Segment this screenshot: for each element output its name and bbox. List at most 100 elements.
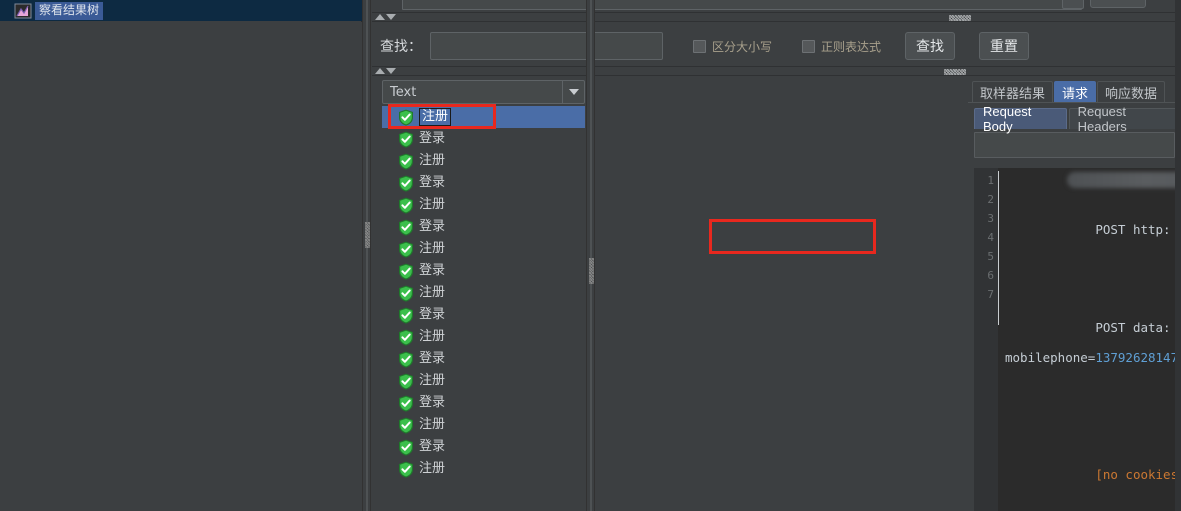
main-split-divider[interactable]	[362, 0, 371, 511]
result-list-item[interactable]: 登录	[382, 172, 585, 194]
find-button[interactable]: 查找	[905, 32, 956, 60]
result-list-item[interactable]: 登录	[382, 304, 585, 326]
result-tab[interactable]: 取样器结果	[972, 81, 1054, 102]
result-list-item-label: 注册	[419, 373, 446, 388]
result-list-item[interactable]: 注册	[382, 150, 585, 172]
result-list-item-label: 登录	[419, 395, 446, 410]
tree-node-label: 察看结果树	[35, 1, 104, 20]
splitter-bottom[interactable]	[372, 66, 1181, 76]
result-list-item[interactable]: 登录	[382, 480, 585, 483]
result-list-item[interactable]: 注册	[382, 326, 585, 348]
editor-code[interactable]: POST http: r POST data: mobilephone=1379…	[999, 168, 1181, 511]
result-list-item-label: 注册	[419, 417, 446, 432]
tree-node-view-results-tree[interactable]: 察看结果树	[0, 0, 362, 21]
renderer-select-arrow[interactable]	[562, 81, 584, 103]
result-list-item[interactable]: 注册	[382, 458, 585, 480]
success-shield-icon	[399, 241, 413, 258]
case-sensitive-label: 区分大小写	[712, 39, 773, 54]
splitter-top-arrows[interactable]	[375, 14, 396, 20]
results-split-divider[interactable]	[586, 0, 595, 511]
request-body-toolbar[interactable]	[974, 132, 1175, 158]
renderer-select[interactable]: Text	[382, 80, 585, 104]
splitter-bottom-arrows[interactable]	[375, 68, 396, 74]
result-list-item[interactable]: 登录	[382, 392, 585, 414]
regex-checkbox[interactable]	[802, 39, 816, 53]
request-detail-panel: 取样器结果 请求 响应数据 Request Body Request Headers …	[968, 80, 1181, 511]
result-list-item-label: 注册	[419, 285, 446, 300]
result-list-item-label: 登录	[419, 219, 446, 234]
result-list-item[interactable]: 登录	[382, 436, 585, 458]
success-shield-icon	[399, 307, 413, 324]
editor-line-number: 3	[987, 212, 994, 225]
result-list-item[interactable]: 登录	[382, 128, 585, 150]
regex-checkbox-wrap[interactable]: 正则表达式	[802, 38, 881, 55]
renderer-select-value: Text	[390, 84, 417, 100]
request-subtab[interactable]: Request Headers	[1068, 104, 1179, 134]
editor-line-number: 4	[987, 231, 994, 244]
result-list-item[interactable]: 登录	[382, 348, 585, 370]
editor-line-number: 6	[987, 269, 994, 282]
result-tabs[interactable]: 取样器结果 请求 响应数据	[968, 80, 1181, 102]
result-list-item[interactable]: 注册	[382, 370, 585, 392]
success-shield-icon	[399, 461, 413, 478]
reset-button[interactable]: 重置	[979, 32, 1030, 60]
result-list-item[interactable]: 注册	[382, 238, 585, 260]
success-shield-icon	[399, 329, 413, 346]
editor-line-number: 7	[987, 288, 994, 301]
result-list-item[interactable]: 注册	[382, 194, 585, 216]
search-toolbar: 查找： 区分大小写 正则表达式 查找 重置	[372, 22, 1181, 70]
result-list-item[interactable]: 注册	[382, 414, 585, 436]
divider-grip[interactable]	[589, 258, 594, 284]
test-plan-tree-body[interactable]	[0, 22, 362, 511]
result-tab[interactable]: 响应数据	[1097, 81, 1166, 102]
top-partial-button[interactable]	[1090, 0, 1146, 8]
chevron-up-icon[interactable]	[375, 14, 385, 20]
success-shield-icon	[399, 153, 413, 170]
editor-line-number: 2	[987, 193, 994, 206]
result-list-item-label: 注册	[419, 108, 452, 126]
divider-grip[interactable]	[365, 222, 370, 248]
success-shield-icon	[399, 417, 413, 434]
top-partial-input[interactable]	[402, 0, 1082, 10]
request-subtabs[interactable]: Request Body Request Headers	[968, 104, 1181, 134]
result-list-item[interactable]: 注册	[382, 106, 585, 128]
editor-line-number: 5	[987, 250, 994, 263]
request-subtab[interactable]: Request Body	[974, 104, 1067, 134]
success-shield-icon	[399, 109, 413, 126]
result-tab-label: 取样器结果	[980, 86, 1046, 102]
chevron-down-icon[interactable]	[386, 14, 396, 20]
top-partial-icon-button[interactable]	[1062, 0, 1084, 9]
right-scroll-edge[interactable]	[1175, 0, 1181, 511]
search-label: 查找：	[380, 39, 422, 55]
result-tab[interactable]: 请求	[1054, 81, 1097, 102]
result-list-item-label: 登录	[419, 439, 446, 454]
top-partial-toolbar	[372, 0, 1181, 12]
editor-line-number: 1	[987, 174, 994, 187]
request-body-editor[interactable]: 1 2 3 4 5 6 7 POST http: r POST data: mobileph…	[974, 168, 1181, 511]
search-input[interactable]	[430, 32, 663, 60]
code-line-6: [no cookies]	[1005, 446, 1181, 482]
result-list-item[interactable]: 登录	[382, 216, 585, 238]
result-list-item[interactable]: 注册	[382, 282, 585, 304]
chart-icon	[14, 3, 32, 19]
result-list-item-label: 注册	[419, 329, 446, 344]
success-shield-icon	[399, 263, 413, 280]
case-sensitive-checkbox-wrap[interactable]: 区分大小写	[693, 38, 772, 55]
post-data-segment: mobilephone=	[1005, 350, 1096, 365]
splitter-top-grip[interactable]	[949, 15, 971, 21]
case-sensitive-checkbox[interactable]	[693, 39, 706, 53]
chevron-down-icon[interactable]	[386, 68, 396, 74]
success-shield-icon	[399, 351, 413, 368]
chevron-up-icon[interactable]	[375, 68, 385, 74]
splitter-top[interactable]	[372, 12, 1181, 22]
success-shield-icon	[398, 483, 414, 484]
chevron-down-icon	[568, 89, 579, 95]
editor-line-numbers: 1 2 3 4 5 6 7	[974, 168, 998, 511]
sampler-result-list[interactable]: 注册 登录 注册 登录 注册 登录 注册 登录 注册 登录 注册 登录 注册 登…	[382, 106, 585, 483]
result-list-item-label: 登录	[419, 175, 446, 190]
post-data-segment: 13792628147	[1095, 350, 1179, 365]
splitter-bottom-grip[interactable]	[944, 69, 966, 75]
test-plan-tree-panel: 察看结果树	[0, 0, 362, 511]
result-list-item[interactable]: 登录	[382, 260, 585, 282]
result-list-item-label: 注册	[419, 197, 446, 212]
